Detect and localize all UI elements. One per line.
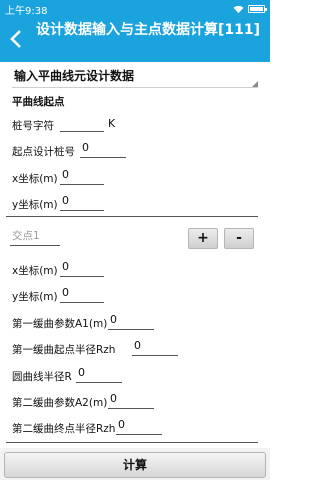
start-point-heading: 平曲线起点: [12, 96, 65, 108]
station-char-label: 桩号字符: [12, 120, 54, 132]
status-bar: 上午9:38: [0, 0, 270, 18]
remove-intersection-button[interactable]: -: [224, 228, 254, 249]
jd-x-label: x坐标(m): [12, 265, 58, 277]
dropdown-indicator-icon: [252, 81, 258, 87]
chevron-left-icon: [10, 30, 21, 48]
jd-y-label: y坐标(m): [12, 291, 58, 303]
a2-label: 第二缓曲参数A2(m): [12, 397, 108, 409]
r-field[interactable]: 0: [76, 365, 122, 383]
intersection-select[interactable]: 交点1: [10, 228, 60, 246]
jd-y-field[interactable]: 0: [60, 285, 104, 303]
wifi-icon: [233, 5, 244, 13]
station-char-suffix: K: [108, 117, 116, 130]
a1-field[interactable]: 0: [108, 312, 154, 330]
title-bar: 设计数据输入与主点数据计算[111]: [0, 18, 270, 62]
a1-label: 第一缓曲参数A1(m): [12, 318, 108, 330]
rzh2-field[interactable]: 0: [116, 417, 162, 435]
page-title: 设计数据输入与主点数据计算[111]: [35, 22, 261, 38]
section-select[interactable]: 输入平曲线元设计数据: [12, 66, 258, 88]
start-station-label: 起点设计桩号: [12, 146, 75, 158]
start-station-field[interactable]: 0: [80, 140, 126, 158]
r-label: 圆曲线半径R: [12, 371, 72, 383]
start-y-label: y坐标(m): [12, 199, 58, 211]
station-char-field[interactable]: [60, 114, 104, 132]
battery-fill: [250, 7, 263, 11]
battery-icon: [248, 5, 267, 13]
rzh1-field[interactable]: 0: [132, 338, 178, 356]
start-x-label: x坐标(m): [12, 173, 58, 185]
a2-field[interactable]: 0: [108, 391, 154, 409]
back-button[interactable]: [4, 24, 28, 54]
section-divider: [6, 216, 258, 217]
start-y-field[interactable]: 0: [60, 193, 104, 211]
calculate-button[interactable]: 计算: [4, 452, 266, 478]
add-intersection-button[interactable]: +: [188, 228, 218, 249]
bottom-divider: [6, 442, 258, 443]
footer: 计算: [0, 448, 270, 480]
section-select-value: 输入平曲线元设计数据: [14, 69, 135, 83]
status-time: 上午9:38: [5, 5, 48, 17]
rzh1-label: 第一缓曲起点半径Rzh: [12, 344, 116, 356]
start-x-field[interactable]: 0: [60, 167, 104, 185]
jd-x-field[interactable]: 0: [60, 259, 104, 277]
status-icons: [233, 5, 267, 14]
form-content[interactable]: 输入平曲线元设计数据 平曲线起点 桩号字符 K 起点设计桩号 0 x坐标(m) …: [0, 62, 270, 448]
rzh2-label: 第二缓曲终点半径Rzh: [12, 423, 116, 435]
